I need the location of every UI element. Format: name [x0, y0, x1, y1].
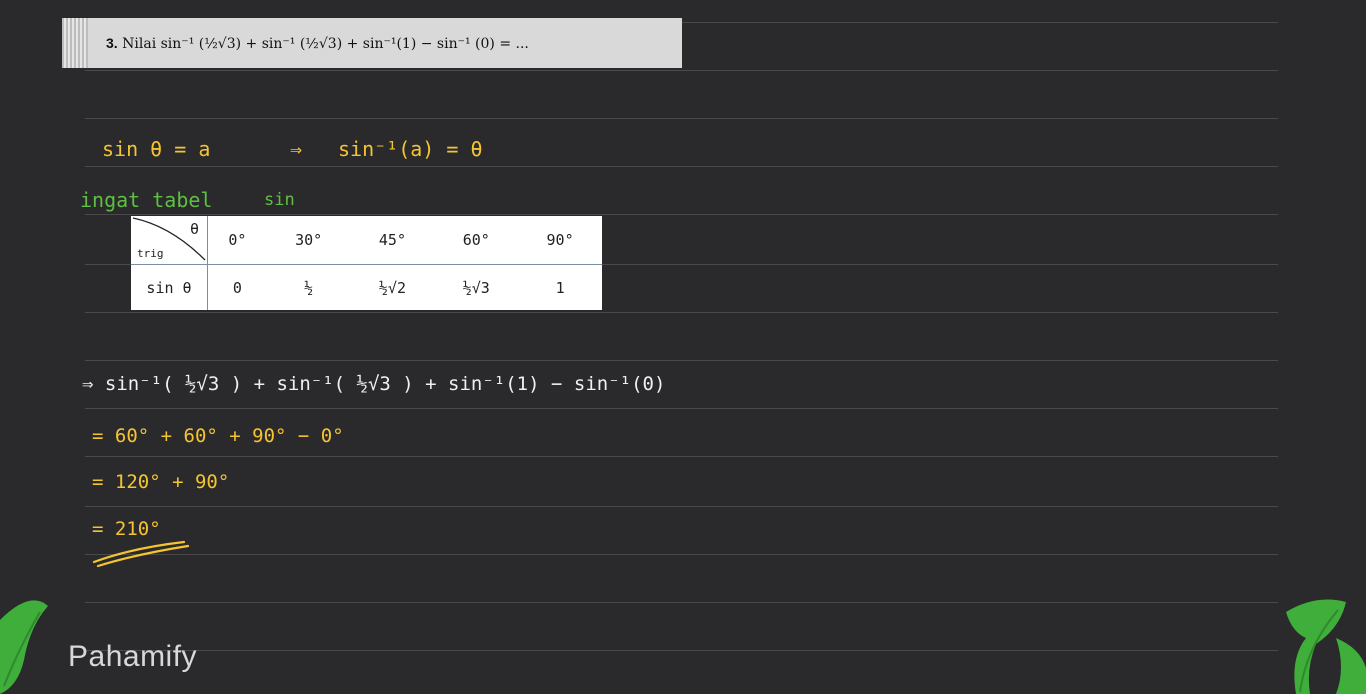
- definition-left: sin θ = a: [102, 137, 211, 161]
- leaf-decoration-left: [0, 600, 48, 694]
- ruled-line: [85, 650, 1278, 651]
- brand-logo: Pahamify: [68, 640, 198, 673]
- ruled-line: [85, 214, 1278, 215]
- ruled-line: [85, 312, 1278, 313]
- ruled-line: [85, 506, 1278, 507]
- row-label-cell: sin θ: [131, 264, 208, 310]
- answer-underline-scribble: [92, 540, 190, 568]
- angle-cell: 0°: [207, 216, 267, 265]
- ruled-line: [85, 360, 1278, 361]
- question-banner: 3. Nilai sin⁻¹ (½√3) + sin⁻¹ (½√3) + sin…: [62, 18, 682, 68]
- value-cell: 0: [232, 278, 242, 297]
- table-value-row: sin θ 0 ½ ½√2 ½√3 1: [131, 264, 602, 310]
- corner-trig-label: trig: [137, 247, 164, 260]
- value-cell: ½√2: [378, 278, 406, 297]
- ruled-line: [85, 166, 1278, 167]
- angle-cell: 30°: [266, 216, 351, 265]
- table-header-row: θ trig 0° 30° 45° 60° 90°: [131, 216, 602, 265]
- angle-cell: 60°: [434, 216, 519, 265]
- reminder-sub: sin: [264, 190, 295, 210]
- question-text: 3. Nilai sin⁻¹ (½√3) + sin⁻¹ (½√3) + sin…: [106, 35, 529, 52]
- definition-right: sin⁻¹(a) = θ: [338, 137, 483, 161]
- leaf-decoration-right: [1286, 599, 1366, 694]
- ruled-line: [85, 118, 1278, 119]
- angle-cell: 90°: [518, 216, 602, 265]
- value-cell: ½√3: [462, 278, 490, 297]
- ruled-line: [85, 456, 1278, 457]
- ruled-line: [85, 602, 1278, 603]
- ruled-line: [85, 408, 1278, 409]
- value-cell: ½: [304, 278, 314, 297]
- implies-arrow: ⇒: [290, 137, 303, 161]
- value-cell: 1: [555, 278, 565, 297]
- reminder-text: ingat tabel: [80, 188, 213, 212]
- angle-cell: 45°: [350, 216, 435, 265]
- solution-line-2: = 60° + 60° + 90° − 0°: [92, 425, 344, 447]
- solution-line-1: ⇒ sin⁻¹( ½√3 ) + sin⁻¹( ½√3 ) + sin⁻¹(1)…: [82, 373, 666, 395]
- banner-stripe: [62, 18, 88, 68]
- table-corner-cell: θ trig: [131, 216, 208, 265]
- ruled-line: [85, 554, 1278, 555]
- ruled-line: [85, 70, 1278, 71]
- corner-theta-label: θ: [189, 220, 199, 238]
- question-number: 3.: [106, 34, 118, 51]
- question-body: Nilai sin⁻¹ (½√3) + sin⁻¹ (½√3) + sin⁻¹(…: [122, 35, 529, 52]
- sin-value-table: θ trig 0° 30° 45° 60° 90° sin θ 0 ½ ½√2 …: [131, 216, 602, 310]
- solution-line-3: = 120° + 90°: [92, 471, 230, 493]
